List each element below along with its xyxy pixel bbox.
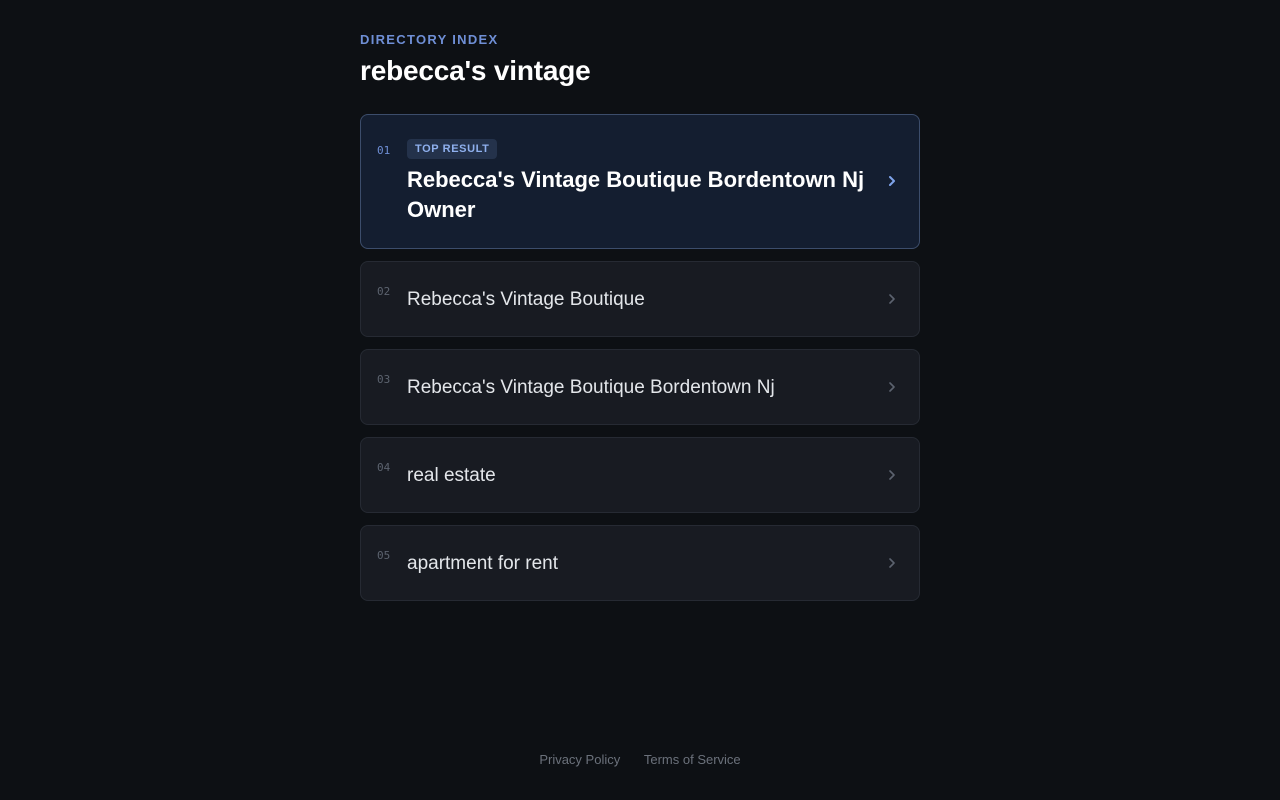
chevron-right-icon xyxy=(889,176,895,186)
result-item[interactable]: 03 Rebecca's Vintage Boutique Bordentown… xyxy=(360,349,920,425)
result-item[interactable]: 02 Rebecca's Vintage Boutique xyxy=(360,261,920,337)
result-item-top[interactable]: 01 TOP RESULT Rebecca's Vintage Boutique… xyxy=(360,114,920,249)
terms-of-service-link[interactable]: Terms of Service xyxy=(644,752,741,767)
result-label: Rebecca's Vintage Boutique xyxy=(407,289,645,310)
result-number: 02 xyxy=(377,285,391,298)
chevron-right-icon xyxy=(889,470,895,480)
result-number: 01 xyxy=(377,144,391,157)
result-label: apartment for rent xyxy=(407,553,559,574)
result-number: 03 xyxy=(377,373,391,386)
results-list: 01 TOP RESULT Rebecca's Vintage Boutique… xyxy=(360,114,920,613)
top-result-badge: TOP RESULT xyxy=(407,139,498,159)
result-item[interactable]: 05 apartment for rent xyxy=(360,525,920,601)
footer: Privacy Policy Terms of Service xyxy=(0,752,1280,767)
result-number: 04 xyxy=(377,461,391,474)
section-eyebrow: DIRECTORY INDEX xyxy=(360,32,499,47)
chevron-right-icon xyxy=(889,558,895,568)
page-title: rebecca's vintage xyxy=(360,55,591,86)
result-label: Rebecca's Vintage Boutique Bordentown Nj… xyxy=(407,167,865,222)
chevron-right-icon xyxy=(889,382,895,392)
page: DIRECTORY INDEX rebecca's vintage 01 TOP… xyxy=(0,0,1280,800)
result-label: real estate xyxy=(407,465,496,486)
result-number: 05 xyxy=(377,549,391,562)
result-item[interactable]: 04 real estate xyxy=(360,437,920,513)
privacy-policy-link[interactable]: Privacy Policy xyxy=(539,752,620,767)
chevron-right-icon xyxy=(889,294,895,304)
result-label: Rebecca's Vintage Boutique Bordentown Nj xyxy=(407,377,775,398)
